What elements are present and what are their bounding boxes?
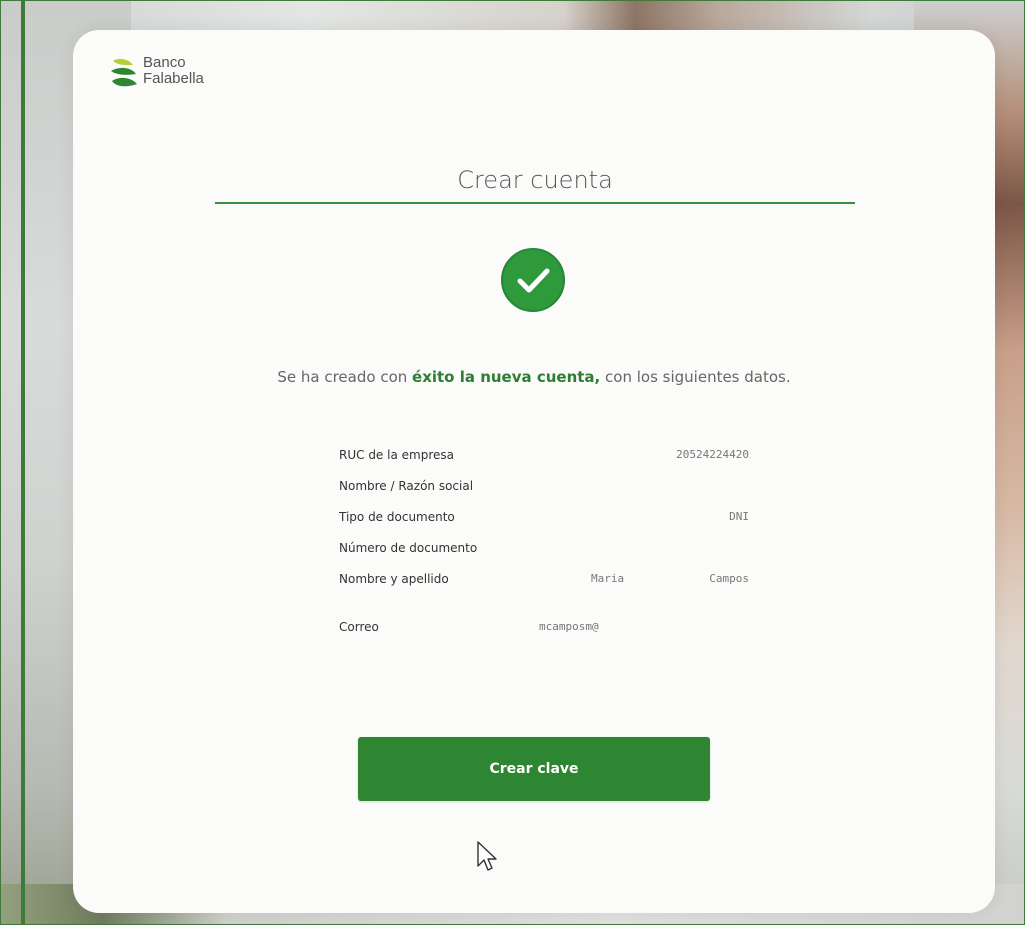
detail-row-razon-social: Nombre / Razón social	[339, 479, 749, 510]
detail-row-tipo-documento: Tipo de documento DNI	[339, 510, 749, 541]
mouse-pointer-icon	[477, 841, 497, 871]
numero-documento-label: Número de documento	[339, 541, 478, 555]
bank-name-line1: Banco	[143, 54, 186, 71]
detail-row-nombre: Nombre y apellido Maria Campos	[339, 572, 749, 603]
correo-label: Correo	[339, 620, 379, 634]
background-accent-stripe	[21, 1, 25, 924]
detail-row-numero-documento: Número de documento	[339, 541, 749, 572]
success-message-highlight: éxito la nueva cuenta,	[412, 368, 601, 386]
create-password-button[interactable]: Crear clave	[358, 737, 710, 801]
ruc-label: RUC de la empresa	[339, 448, 454, 462]
success-message: Se ha creado con éxito la nueva cuenta, …	[173, 368, 895, 386]
correo-value: mcamposm@	[539, 620, 599, 633]
bank-name-line2: Falabella	[143, 70, 204, 87]
bank-logo: Banco Falabella	[109, 55, 239, 101]
success-message-prefix: Se ha creado con	[277, 368, 413, 386]
detail-row-ruc: RUC de la empresa 20524224420	[339, 448, 749, 479]
nombre-label: Nombre y apellido	[339, 572, 449, 586]
account-details: RUC de la empresa 20524224420 Nombre / R…	[339, 448, 749, 651]
nombre-first-value: Maria	[591, 572, 625, 585]
detail-row-correo: Correo mcamposm@	[339, 620, 749, 651]
screen-frame: Banco Falabella Crear cuenta Se ha cread…	[0, 0, 1025, 925]
success-message-suffix: con los siguientes datos.	[600, 368, 791, 386]
bank-logo-icon	[111, 58, 137, 87]
ruc-value: 20524224420	[676, 448, 749, 461]
tipo-documento-label: Tipo de documento	[339, 510, 455, 524]
nombre-last-value: Campos	[709, 572, 749, 585]
bank-logo-text: Banco Falabella	[143, 55, 204, 87]
page-title: Crear cuenta	[457, 166, 613, 194]
title-divider	[215, 202, 855, 204]
tipo-documento-value: DNI	[729, 510, 749, 523]
check-circle-icon	[501, 248, 565, 312]
razon-social-label: Nombre / Razón social	[339, 479, 474, 493]
account-created-card: Banco Falabella Crear cuenta Se ha cread…	[73, 30, 995, 913]
